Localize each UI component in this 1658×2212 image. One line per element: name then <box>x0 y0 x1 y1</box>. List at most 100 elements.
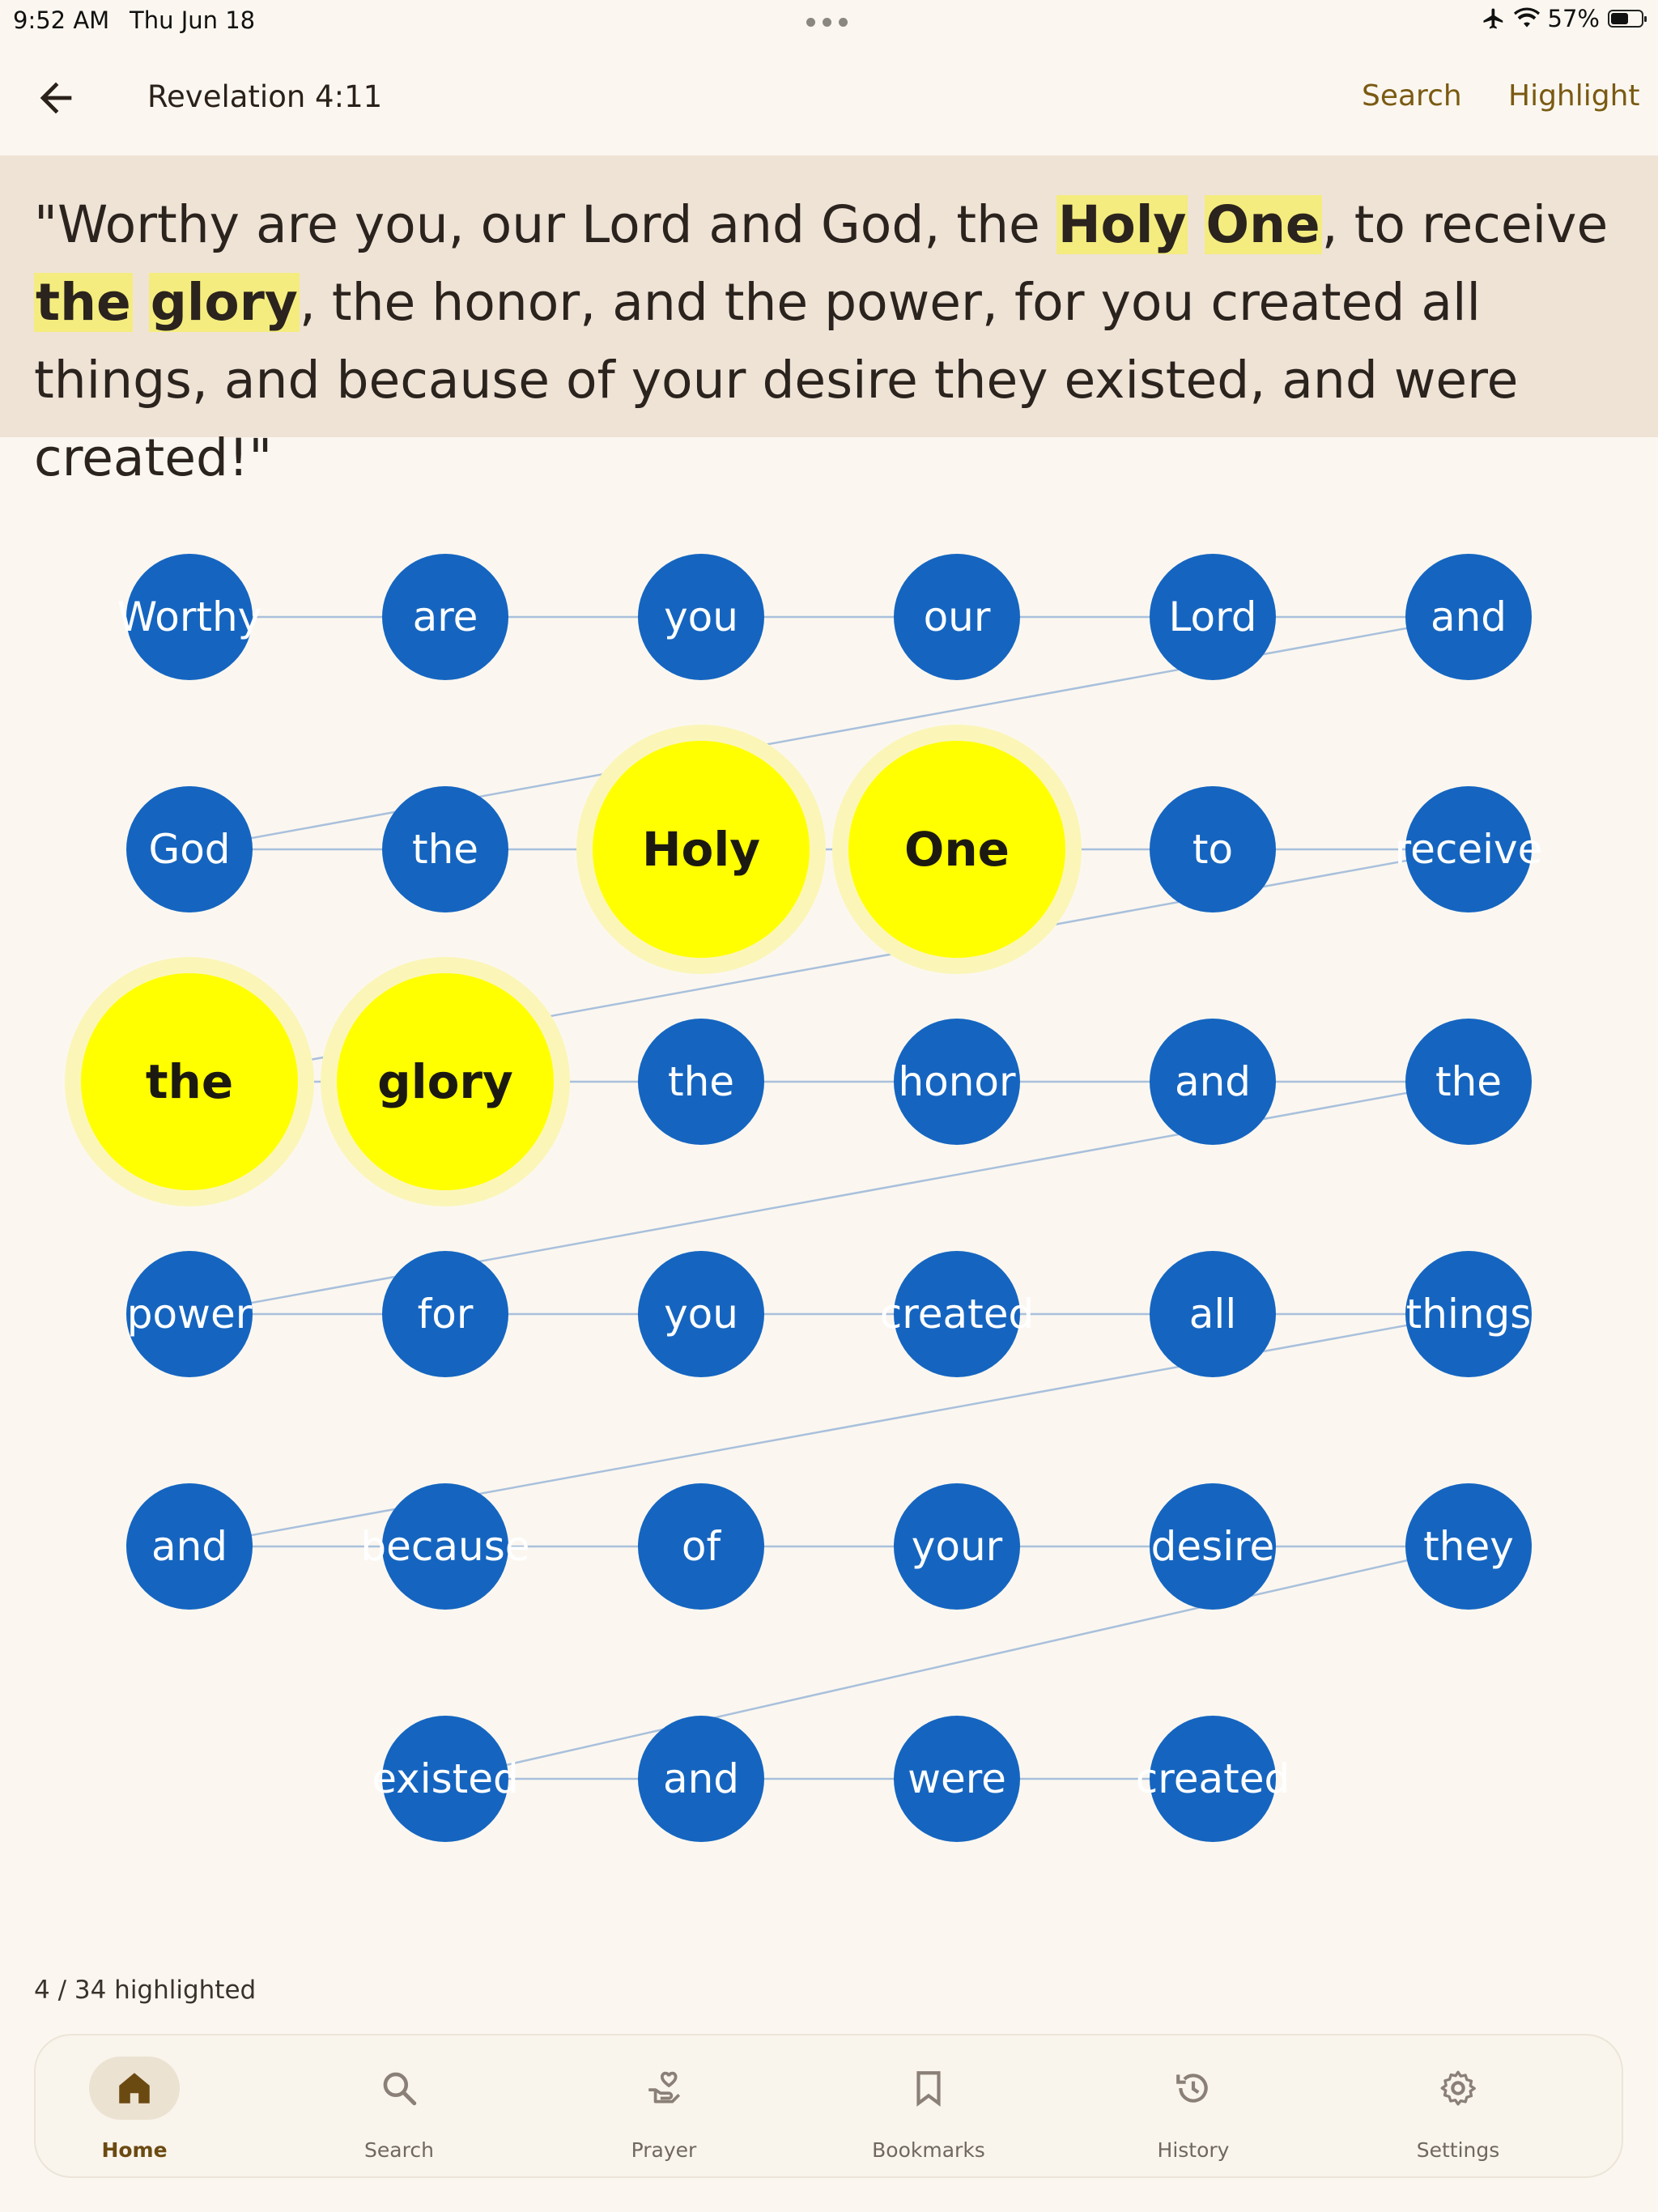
word-node-highlighted[interactable]: One <box>832 725 1082 974</box>
multitasking-dots[interactable] <box>806 18 848 27</box>
verse-highlighted-word[interactable]: One <box>1204 195 1322 254</box>
word-label: the <box>412 826 478 873</box>
word-node[interactable]: of <box>638 1483 764 1610</box>
nav-item-search[interactable]: Search <box>318 2035 480 2178</box>
word-label: honor <box>898 1058 1016 1105</box>
word-node[interactable]: the <box>1405 1019 1532 1145</box>
word-node[interactable]: things <box>1405 1251 1532 1377</box>
search-button[interactable]: Search <box>1362 79 1462 113</box>
word-label: for <box>418 1291 474 1338</box>
word-node[interactable]: and <box>1405 554 1532 680</box>
word-node[interactable]: the <box>638 1019 764 1145</box>
word-label: our <box>924 593 991 640</box>
word-node[interactable]: desire <box>1150 1483 1276 1610</box>
word-label: and <box>151 1523 227 1570</box>
word-node[interactable]: our <box>894 554 1020 680</box>
nav-item-settings[interactable]: Settings <box>1377 2035 1539 2178</box>
word-node[interactable]: existed <box>372 1716 519 1842</box>
word-node[interactable]: and <box>1150 1019 1276 1145</box>
verse-text: "Worthy are you, our Lord and God, the H… <box>34 186 1629 497</box>
word-node[interactable]: you <box>638 1251 764 1377</box>
word-node[interactable]: because <box>360 1483 530 1610</box>
word-graph: Worthy are you our Lord and God the Holy One to rec… <box>65 554 1543 1842</box>
verse-highlighted-word[interactable]: glory <box>148 273 300 332</box>
word-label: things <box>1406 1291 1532 1338</box>
word-node[interactable]: the <box>382 786 508 912</box>
word-label: power <box>127 1291 253 1338</box>
word-label: the <box>668 1058 734 1105</box>
nav-label: Home <box>101 2138 168 2162</box>
highlight-count: 4 / 34 highlighted <box>34 1976 257 2005</box>
arrow-left-icon <box>40 82 72 114</box>
back-button[interactable] <box>32 74 79 121</box>
word-node[interactable]: your <box>894 1483 1020 1610</box>
verse-highlighted-word[interactable]: the <box>34 273 133 332</box>
word-label: are <box>413 593 478 640</box>
word-label: you <box>664 593 738 640</box>
nav-item-history[interactable]: History <box>1112 2035 1274 2178</box>
verse-highlighted-word[interactable]: Holy <box>1056 195 1188 254</box>
word-label: and <box>1431 593 1507 640</box>
word-node[interactable]: Worthy <box>117 554 262 680</box>
nav-label: Prayer <box>631 2138 697 2162</box>
word-node[interactable]: receive <box>1395 786 1543 912</box>
nav-item-bookmarks[interactable]: Bookmarks <box>848 2035 1010 2178</box>
word-label: Worthy <box>117 593 262 640</box>
app-bar: Revelation 4:11 Search Highlight <box>0 57 1658 138</box>
word-node[interactable]: they <box>1405 1483 1532 1610</box>
word-label: Holy <box>642 822 760 877</box>
word-node[interactable]: all <box>1150 1251 1276 1377</box>
word-label: One <box>904 822 1010 877</box>
word-node[interactable]: created <box>880 1251 1034 1377</box>
word-label: all <box>1189 1291 1236 1338</box>
word-node[interactable]: God <box>126 786 253 912</box>
search-icon <box>383 2072 417 2106</box>
word-node[interactable]: Lord <box>1150 554 1276 680</box>
word-label: to <box>1192 826 1233 873</box>
word-label: the <box>146 1054 233 1109</box>
word-label: and <box>1175 1058 1251 1105</box>
word-node[interactable]: honor <box>894 1019 1020 1145</box>
word-node[interactable]: you <box>638 554 764 680</box>
page-title: Revelation 4:11 <box>147 79 383 114</box>
nav-item-home[interactable]: Home <box>53 2035 215 2178</box>
battery-percent: 57% <box>1547 5 1600 32</box>
word-label: of <box>682 1523 722 1570</box>
word-label: created <box>1136 1755 1290 1802</box>
settings-icon <box>1440 2070 1476 2106</box>
word-node[interactable]: are <box>382 554 508 680</box>
word-label: created <box>880 1291 1034 1338</box>
status-bar: 9:52 AM Thu Jun 18 57% <box>0 0 1658 40</box>
word-node[interactable]: power <box>126 1251 253 1377</box>
highlight-button[interactable]: Highlight <box>1508 79 1640 113</box>
word-label: God <box>148 826 230 873</box>
word-label: existed <box>372 1755 519 1802</box>
nav-label: Settings <box>1416 2138 1500 2162</box>
nav-label: History <box>1157 2138 1230 2162</box>
word-node[interactable]: to <box>1150 786 1276 912</box>
word-node[interactable]: for <box>382 1251 508 1377</box>
word-label: glory <box>377 1054 513 1109</box>
prayer-icon <box>648 2071 681 2104</box>
nav-item-prayer[interactable]: Prayer <box>583 2035 745 2178</box>
verse-segment <box>1188 195 1204 254</box>
word-node[interactable]: were <box>894 1716 1020 1842</box>
word-node-highlighted[interactable]: glory <box>321 957 570 1206</box>
word-node-highlighted[interactable]: Holy <box>576 725 826 974</box>
nav-label: Bookmarks <box>872 2138 985 2162</box>
word-node[interactable]: and <box>126 1483 253 1610</box>
status-time: 9:52 AM <box>13 6 110 34</box>
bookmark-icon <box>916 2071 941 2107</box>
history-icon <box>1176 2074 1208 2103</box>
word-label: because <box>360 1523 529 1570</box>
word-node[interactable]: and <box>638 1716 764 1842</box>
verse-segment: "Worthy are you, our Lord and God, the <box>34 195 1056 254</box>
word-label: desire <box>1151 1523 1275 1570</box>
wifi-icon <box>1513 7 1540 28</box>
word-edge <box>189 615 1469 851</box>
bottom-nav: Home Search Prayer Bookmarks History Settings <box>34 2034 1623 2178</box>
battery-icon <box>1608 10 1647 28</box>
word-node-highlighted[interactable]: the <box>65 957 314 1206</box>
word-label: receive <box>1395 826 1543 873</box>
word-node[interactable]: created <box>1136 1716 1290 1842</box>
